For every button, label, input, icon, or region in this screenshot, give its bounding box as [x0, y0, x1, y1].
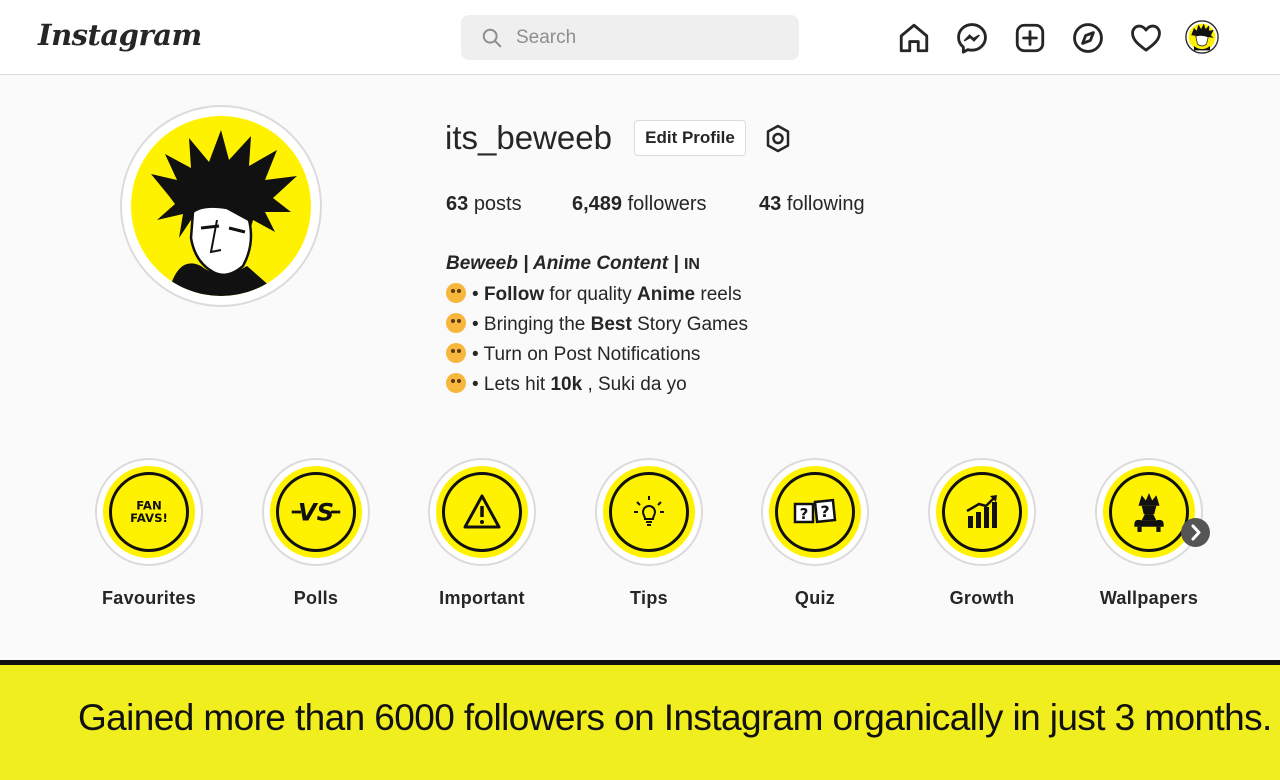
messenger-icon[interactable]: [955, 21, 989, 55]
followers-stat[interactable]: 6,489 followers: [572, 193, 707, 216]
winking-face-emoji-icon: [446, 283, 466, 303]
bio-title-text: Beweeb | Anime Content |: [446, 253, 679, 274]
bio-line-2: • Bringing the Best Story Games: [446, 310, 748, 340]
highlights-next-button[interactable]: [1181, 518, 1210, 547]
highlight-label: Quiz: [794, 588, 836, 608]
bio-region: IN: [683, 256, 700, 273]
new-post-icon[interactable]: [1013, 21, 1047, 55]
caption-banner: Gained more than 6000 followers on Insta…: [0, 660, 1280, 780]
highlight-important[interactable]: Important: [427, 458, 537, 609]
svg-text:FANFAVS!: FAN FAVS!: [130, 498, 168, 525]
posts-label: posts: [473, 193, 522, 215]
posts-count: 63: [446, 193, 469, 215]
svg-text:?: ?: [820, 502, 829, 521]
highlight-label: Tips: [630, 588, 668, 608]
svg-text:?: ?: [800, 505, 809, 523]
top-navigation-bar: Instagram: [0, 0, 1280, 75]
bio-line-1: • Follow for quality Anime reels: [446, 280, 748, 310]
instagram-logo[interactable]: Instagram: [38, 18, 202, 52]
blushing-face-emoji-icon: [446, 373, 466, 393]
highlight-label: Favourites: [101, 588, 197, 608]
pleading-face-emoji-icon: [446, 313, 466, 333]
edit-profile-button[interactable]: Edit Profile: [634, 120, 746, 156]
highlight-quiz[interactable]: ?? Quiz: [760, 458, 870, 609]
highlight-ring: [428, 458, 536, 566]
highlight-ring: VS: [262, 458, 370, 566]
highlight-growth[interactable]: Growth: [927, 458, 1037, 609]
highlight-ring: [595, 458, 703, 566]
posts-stat[interactable]: 63 posts: [446, 193, 522, 216]
svg-text:VS: VS: [298, 497, 334, 526]
highlight-ring: [928, 458, 1036, 566]
highlight-ring: FAN FAVS!: [95, 458, 203, 566]
profile-avatar[interactable]: [1185, 20, 1223, 58]
activity-heart-icon[interactable]: [1129, 21, 1163, 55]
search-box[interactable]: [461, 15, 799, 60]
home-icon[interactable]: [897, 21, 931, 55]
banner-caption: Gained more than 6000 followers on Insta…: [78, 697, 1272, 738]
question-cards-icon: ??: [775, 472, 855, 552]
profile-username: its_beweeb: [445, 119, 612, 156]
lightbulb-icon: [609, 472, 689, 552]
bio-line-3: • Turn on Post Notifications: [446, 340, 748, 370]
highlight-label: Important: [439, 588, 525, 608]
explore-icon[interactable]: [1071, 21, 1105, 55]
highlight-tips[interactable]: Tips: [594, 458, 704, 609]
warning-icon: [442, 472, 522, 552]
bio-title: Beweeb | Anime Content | IN: [446, 249, 748, 280]
following-stat[interactable]: 43 following: [759, 193, 865, 216]
highlight-ring: ??: [761, 458, 869, 566]
search-icon: [482, 28, 502, 48]
profile-bio: Beweeb | Anime Content | IN • Follow for…: [446, 249, 748, 400]
highlight-label: Growth: [949, 588, 1015, 608]
character-icon: [1109, 472, 1189, 552]
bar-growth-icon: [942, 472, 1022, 552]
highlight-label: Wallpapers: [1099, 588, 1199, 608]
anime-avatar-image: [131, 116, 311, 296]
highlight-favourites[interactable]: FAN FAVS! Favourites: [94, 458, 204, 609]
followers-label: followers: [627, 193, 707, 215]
chevron-right-icon: [1191, 524, 1201, 541]
followers-count: 6,489: [572, 193, 623, 215]
highlight-polls[interactable]: VS Polls: [261, 458, 371, 609]
following-count: 43: [759, 193, 782, 215]
highlight-ring: [1095, 458, 1203, 566]
fan-favs-icon: FAN FAVS!: [109, 472, 189, 552]
following-label: following: [786, 193, 865, 215]
profile-picture[interactable]: [120, 105, 322, 307]
settings-gear-icon[interactable]: [762, 123, 794, 155]
versus-icon: VS: [276, 472, 356, 552]
highlight-label: Polls: [293, 588, 339, 608]
search-input[interactable]: [516, 15, 786, 60]
cowboy-face-emoji-icon: [446, 343, 466, 363]
bio-line-4: • Lets hit 10k , Suki da yo: [446, 370, 748, 400]
